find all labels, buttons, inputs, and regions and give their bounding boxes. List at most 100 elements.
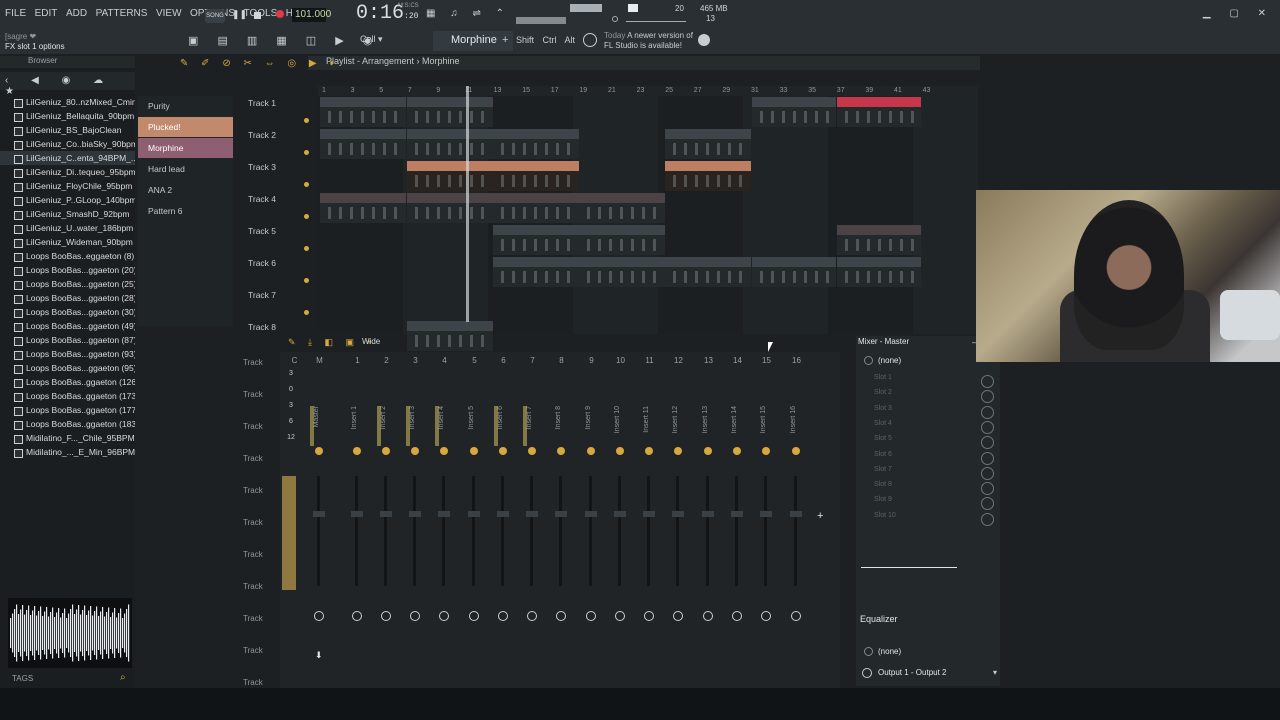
equalizer-label[interactable]: Equalizer — [860, 614, 898, 624]
effect-slot[interactable]: Slot 6 — [864, 451, 994, 465]
mixer-strip[interactable]: 1 Insert 1 — [343, 356, 372, 681]
pan-knob[interactable] — [528, 447, 536, 455]
add-pattern-icon[interactable]: + — [502, 34, 508, 46]
browser-item[interactable]: Loops BooBas..ggaeton (173) — [0, 389, 135, 403]
browser-item[interactable]: Loops BooBas...ggaeton (49) — [0, 319, 135, 333]
track-mute-led[interactable] — [304, 182, 309, 187]
playlist-clip[interactable]: Purity — [493, 129, 579, 159]
playlist-clip[interactable]: Purity — [320, 129, 406, 159]
track-mute-led[interactable] — [304, 278, 309, 283]
volume-fader[interactable] — [317, 476, 320, 586]
effect-slot[interactable]: Slot 1 — [864, 374, 994, 388]
add-insert-icon[interactable]: + — [817, 510, 823, 522]
alt-key[interactable]: Alt — [565, 35, 576, 45]
playlist-clip[interactable]: Morphine — [407, 193, 493, 223]
fader-cap[interactable] — [731, 511, 743, 517]
browser-item[interactable]: LilGeniuz_Co..biaSky_90bpm — [0, 137, 135, 151]
effect-slot[interactable]: Slot 7 — [864, 466, 994, 480]
chevron-down-icon[interactable]: ▾ — [993, 668, 997, 677]
playlist-clip[interactable]: Plucked! — [493, 161, 579, 191]
track-header[interactable]: Track 3 — [243, 160, 315, 192]
pan-knob[interactable] — [382, 447, 390, 455]
browser-toolbar[interactable]: ‹ ◀ ◉ ☁ ★ — [0, 72, 135, 97]
mixer-strip[interactable]: 8 Insert 8 — [547, 356, 576, 681]
fader-cap[interactable] — [790, 511, 802, 517]
playlist-clip[interactable]: ANA 2 — [837, 257, 921, 287]
track-header[interactable]: Track 2 — [243, 128, 315, 160]
route-switch[interactable] — [703, 611, 713, 621]
pan-knob[interactable] — [470, 447, 478, 455]
fader-cap[interactable] — [585, 511, 597, 517]
volume-fader[interactable] — [472, 476, 475, 586]
route-switch[interactable] — [791, 611, 801, 621]
fader-cap[interactable] — [526, 511, 538, 517]
playlist-clip[interactable]: Hard lead — [493, 225, 579, 255]
route-switch[interactable] — [381, 611, 391, 621]
pan-knob[interactable] — [704, 447, 712, 455]
picker-item-ana2[interactable]: ANA 2 — [138, 180, 233, 200]
browser-item[interactable]: Loops BooBas..ggaeton (126) — [0, 375, 135, 389]
playlist-clip[interactable]: ANA 2 — [493, 257, 579, 287]
playlist-clip[interactable]: Pattern 6 — [407, 321, 493, 351]
playlist-clip[interactable]: Purity (consolidated) — [320, 97, 406, 127]
picker-item-pattern6[interactable]: Pattern 6 — [138, 201, 233, 221]
browser-item[interactable]: LilGeniuz_SmashD_92bpm — [0, 207, 135, 221]
playlist-clip[interactable]: Purity — [407, 129, 493, 159]
mixer-strip[interactable]: 7 Insert 7 — [518, 356, 547, 681]
fader-cap[interactable] — [313, 511, 325, 517]
playlist-clip[interactable]: ANA 2 — [752, 257, 836, 287]
mixer-strip[interactable]: 5 Insert 5 — [460, 356, 489, 681]
fader-cap[interactable] — [438, 511, 450, 517]
pan-knob[interactable] — [733, 447, 741, 455]
mixer-strip[interactable]: 3 Insert 3 — [401, 356, 430, 681]
playlist-ruler[interactable]: 135791113151719212325272931333537394143 — [318, 86, 978, 96]
input-select[interactable]: (none) — [878, 356, 901, 365]
routing-arrow-icon[interactable]: ⬇ — [315, 650, 323, 661]
fader-cap[interactable] — [555, 511, 567, 517]
pan-knob[interactable] — [645, 447, 653, 455]
master-volume-bar[interactable] — [570, 4, 602, 12]
pan-knob[interactable] — [353, 447, 361, 455]
route-switch[interactable] — [314, 611, 324, 621]
track-mute-led[interactable] — [304, 310, 309, 315]
route-switch[interactable] — [732, 611, 742, 621]
pan-knob[interactable] — [411, 447, 419, 455]
playlist-clip[interactable]: Morphine — [320, 193, 406, 223]
fader-cap[interactable] — [497, 511, 509, 517]
track-header[interactable]: Track 7 — [243, 288, 315, 320]
track-mute-led[interactable] — [304, 118, 309, 123]
browser-item[interactable]: LilGeniuz_Wideman_90bpm — [0, 235, 135, 249]
browser-item[interactable]: Loops BooBas..ggaeton (183) — [0, 417, 135, 431]
browser-item[interactable]: LilGeniuz_Bellaquita_90bpm — [0, 109, 135, 123]
track-header[interactable]: Track 5 — [243, 224, 315, 256]
pan-knob[interactable] — [762, 447, 770, 455]
route-switch[interactable] — [586, 611, 596, 621]
picker-item-hard-lead[interactable]: Hard lead — [138, 159, 233, 179]
stop-icon[interactable] — [254, 12, 261, 19]
effect-slot[interactable]: Slot 4 — [864, 420, 994, 434]
playlist-tool-icons[interactable]: ✎ ✐ ⊘ ✂ ⇔ ◎ ▶ ◐ — [180, 58, 340, 69]
playlist-clip[interactable]: ANA 2 — [579, 257, 665, 287]
browser-item[interactable]: LilGeniuz_C..enta_94BPM_... — [0, 151, 135, 165]
mixer-strip[interactable]: 13 Insert 13 — [694, 356, 723, 681]
browser-item[interactable]: LilGeniuz_P..GLoop_140bpm — [0, 193, 135, 207]
pan-knob[interactable] — [587, 447, 595, 455]
browser-item[interactable]: Loops BooBas...ggaeton (30) — [0, 305, 135, 319]
volume-fader[interactable] — [384, 476, 387, 586]
menu-file[interactable]: FILE — [5, 8, 26, 19]
web-icon[interactable] — [698, 34, 710, 46]
menu-edit[interactable]: EDIT — [35, 8, 58, 19]
volume-fader[interactable] — [530, 476, 533, 586]
volume-fader[interactable] — [676, 476, 679, 586]
browser-item[interactable]: Loops BooBas...ggaeton (87) — [0, 333, 135, 347]
mixer-strip[interactable]: 10 Insert 10 — [606, 356, 635, 681]
browser-item[interactable]: LilGeniuz_U..water_186bpm — [0, 221, 135, 235]
fader-cap[interactable] — [614, 511, 626, 517]
volume-fader[interactable] — [735, 476, 738, 586]
playlist-clip[interactable]: Purity — [665, 129, 751, 159]
pan-knob[interactable] — [499, 447, 507, 455]
song-mode-toggle[interactable]: SONG — [205, 9, 225, 23]
pattern-selector[interactable]: Morphine — [433, 31, 513, 51]
mixer-strip[interactable]: 4 Insert 4 — [430, 356, 459, 681]
route-switch[interactable] — [673, 611, 683, 621]
